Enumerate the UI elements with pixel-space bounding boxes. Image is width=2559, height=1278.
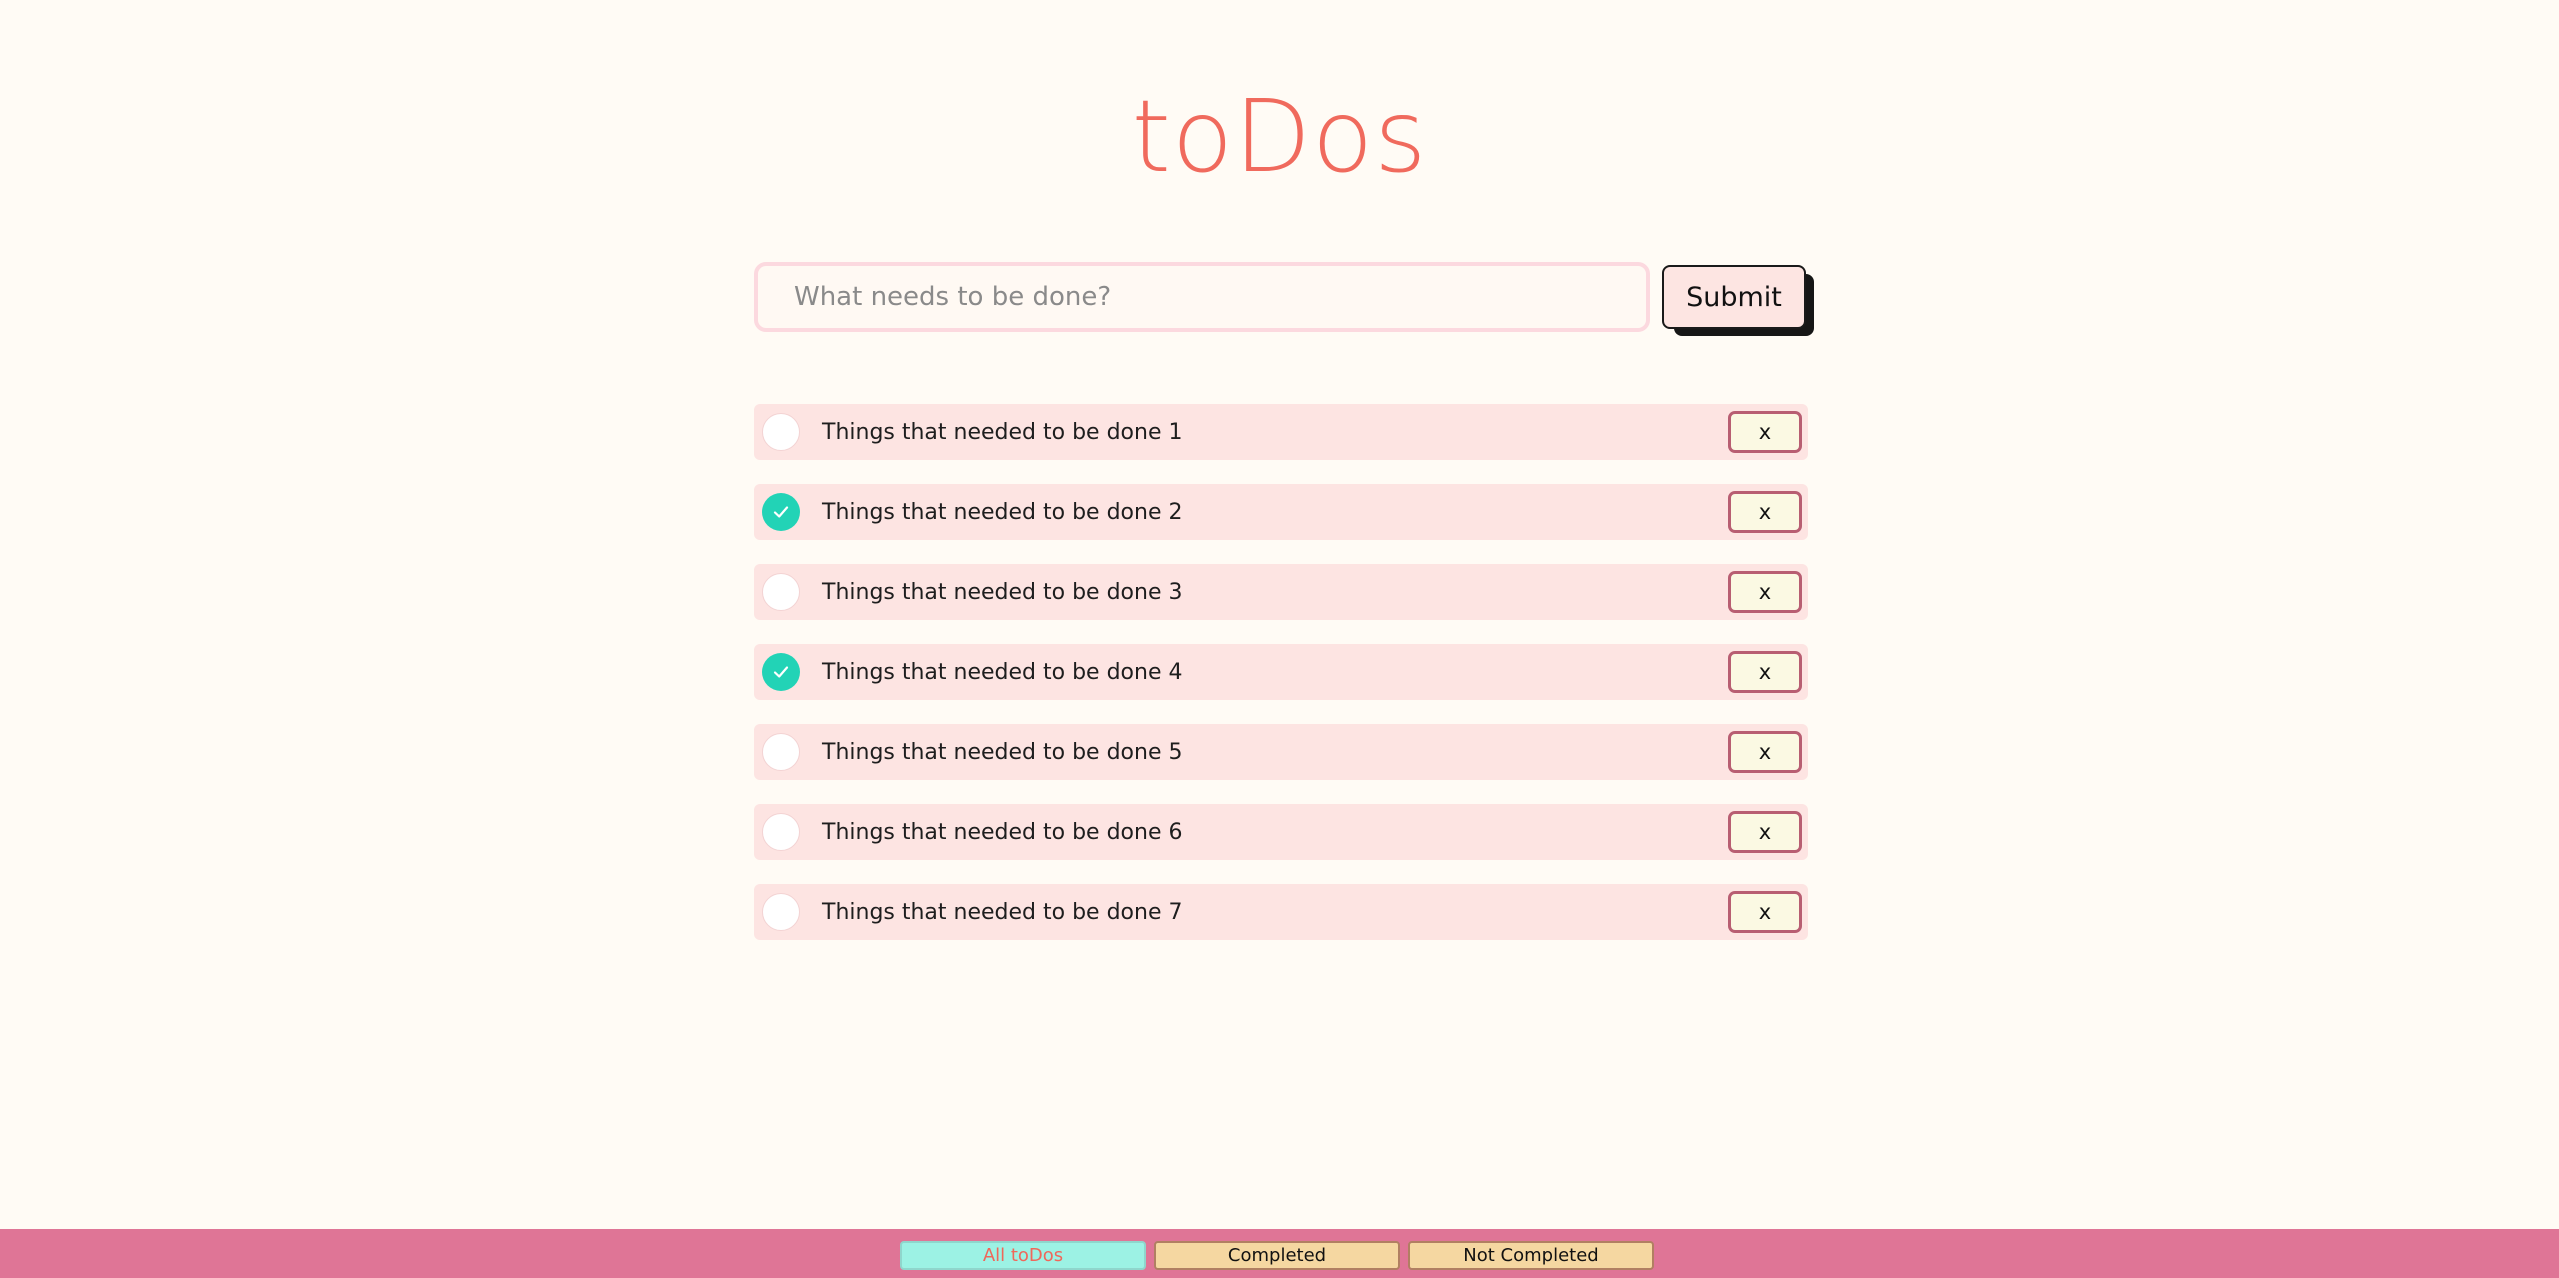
todo-label: Things that needed to be done 1 xyxy=(822,419,1183,445)
todo-checkbox[interactable] xyxy=(762,653,800,691)
todo-label: Things that needed to be done 4 xyxy=(822,659,1183,685)
todo-item: Things that needed to be done 1 x xyxy=(754,404,1808,460)
todo-label: Things that needed to be done 6 xyxy=(822,819,1183,845)
check-icon xyxy=(773,506,789,518)
todo-label: Things that needed to be done 5 xyxy=(822,739,1183,765)
todo-label: Things that needed to be done 3 xyxy=(822,579,1183,605)
submit-button[interactable]: Submit xyxy=(1662,265,1806,329)
delete-todo-button[interactable]: x xyxy=(1728,731,1802,773)
delete-todo-button[interactable]: x xyxy=(1728,491,1802,533)
todo-item: Things that needed to be done 4 x xyxy=(754,644,1808,700)
todo-item: Things that needed to be done 7 x xyxy=(754,884,1808,940)
new-todo-field[interactable] xyxy=(754,262,1650,332)
todo-item: Things that needed to be done 6 x xyxy=(754,804,1808,860)
todo-checkbox[interactable] xyxy=(762,813,800,851)
todo-checkbox[interactable] xyxy=(762,413,800,451)
todo-checkbox[interactable] xyxy=(762,573,800,611)
delete-todo-button[interactable]: x xyxy=(1728,811,1802,853)
todo-checkbox[interactable] xyxy=(762,893,800,931)
todo-item: Things that needed to be done 3 x xyxy=(754,564,1808,620)
filter-all-todos[interactable]: All toDos xyxy=(900,1241,1146,1270)
delete-todo-button[interactable]: x xyxy=(1728,651,1802,693)
todo-label: Things that needed to be done 2 xyxy=(822,499,1183,525)
todo-checkbox[interactable] xyxy=(762,493,800,531)
delete-todo-button[interactable]: x xyxy=(1728,891,1802,933)
new-todo-input[interactable] xyxy=(758,282,1646,312)
todo-item: Things that needed to be done 2 x xyxy=(754,484,1808,540)
todo-item: Things that needed to be done 5 x xyxy=(754,724,1808,780)
todo-checkbox[interactable] xyxy=(762,733,800,771)
delete-todo-button[interactable]: x xyxy=(1728,571,1802,613)
todo-list: Things that needed to be done 1 x Things… xyxy=(754,404,1808,964)
todo-label: Things that needed to be done 7 xyxy=(822,899,1183,925)
delete-todo-button[interactable]: x xyxy=(1728,411,1802,453)
app-title: toDos xyxy=(1131,78,1428,195)
filter-not-completed[interactable]: Not Completed xyxy=(1408,1241,1654,1270)
check-icon xyxy=(773,666,789,678)
filter-completed[interactable]: Completed xyxy=(1154,1241,1400,1270)
filter-bar: All toDos Completed Not Completed xyxy=(0,1229,2559,1278)
